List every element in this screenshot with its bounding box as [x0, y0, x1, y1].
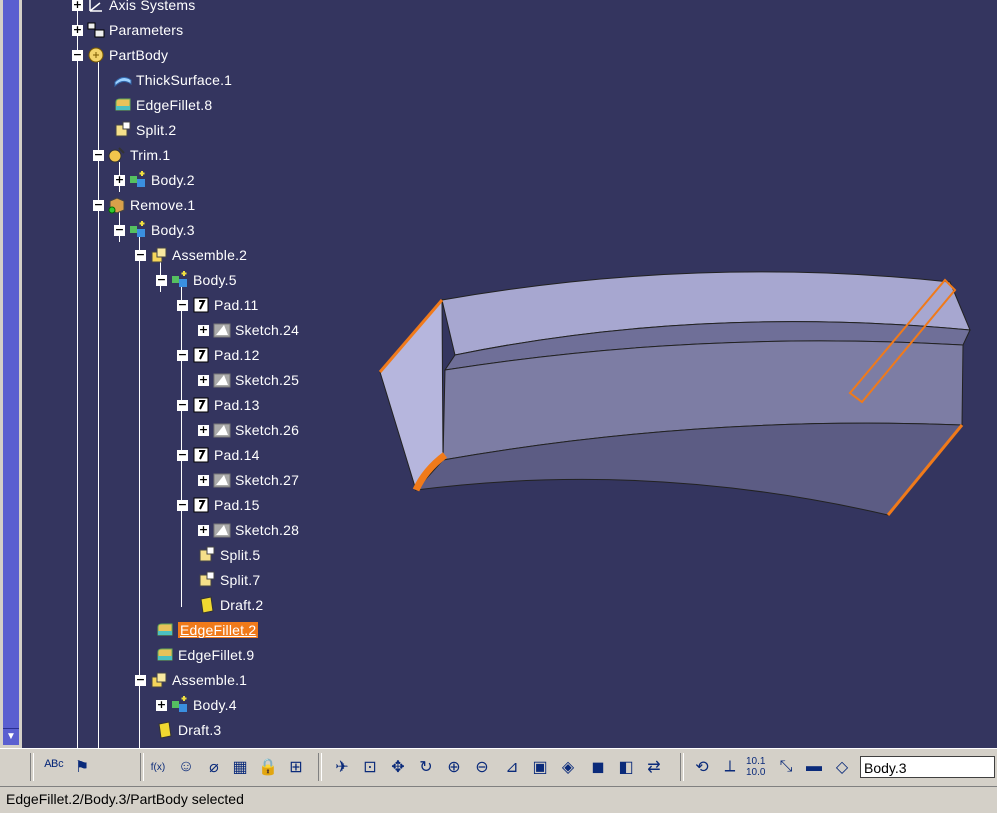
status-text: EdgeFillet.2/Body.3/PartBody selected: [6, 791, 244, 807]
table-icon[interactable]: ▦: [228, 755, 252, 779]
toolbar-separator: [680, 753, 684, 781]
measure-icon[interactable]: ⌀: [202, 755, 226, 779]
zoom-out-icon[interactable]: ⊖: [470, 755, 494, 779]
tree-expand-icon[interactable]: ⊞: [284, 755, 308, 779]
flag-note-icon[interactable]: ⚑: [70, 755, 94, 779]
3d-viewport[interactable]: ▼ + Axis Systems + Parameters − PartBody Thick…: [0, 0, 997, 748]
fly-mode-icon[interactable]: ✈: [330, 755, 354, 779]
lock-icon[interactable]: 🔒: [256, 755, 280, 779]
part-3d-model[interactable]: [0, 0, 997, 748]
knowledge-advisor-icon[interactable]: ☺: [174, 755, 198, 779]
shading-icon[interactable]: ◼: [586, 755, 610, 779]
swap-space-icon[interactable]: ⇄: [642, 755, 666, 779]
zoom-in-icon[interactable]: ⊕: [442, 755, 466, 779]
status-bar: EdgeFillet.2/Body.3/PartBody selected: [0, 786, 997, 813]
toolbar-separator: [140, 753, 144, 781]
toolbar-separator: [318, 753, 322, 781]
bottom-toolbar: ᴬᴮᶜ ⚑ f(x) ☺ ⌀ ▦ 🔒 ⊞ ✈ ⊡ ✥ ↻ ⊕ ⊖ ⊿ ▣ ◈ ◼ ◧ ⇄ ⟲ ⟂ 10.1 10.0 ⤡ ▬ ◇: [0, 748, 997, 787]
rotate-icon[interactable]: ↻: [414, 755, 438, 779]
current-body-field[interactable]: Body.3: [860, 756, 995, 778]
fit-all-icon[interactable]: ⊡: [358, 755, 382, 779]
hide-show-icon[interactable]: ◧: [614, 755, 638, 779]
layer-icon[interactable]: ◇: [830, 755, 854, 779]
iso-view-icon[interactable]: ◈: [556, 755, 580, 779]
axis-icon[interactable]: ⟂: [718, 755, 742, 779]
abc-text-icon[interactable]: ᴬᴮᶜ: [42, 755, 66, 779]
color-icon[interactable]: ▬: [802, 755, 826, 779]
multi-view-icon[interactable]: ▣: [528, 755, 552, 779]
toolbar-separator: [30, 753, 34, 781]
pan-icon[interactable]: ✥: [386, 755, 410, 779]
precision-icon[interactable]: 10.1 10.0: [746, 755, 770, 779]
update-icon[interactable]: ⟲: [690, 755, 714, 779]
normal-view-icon[interactable]: ⊿: [500, 755, 524, 779]
formula-icon[interactable]: f(x): [146, 755, 170, 779]
analysis-icon[interactable]: ⤡: [774, 755, 798, 779]
